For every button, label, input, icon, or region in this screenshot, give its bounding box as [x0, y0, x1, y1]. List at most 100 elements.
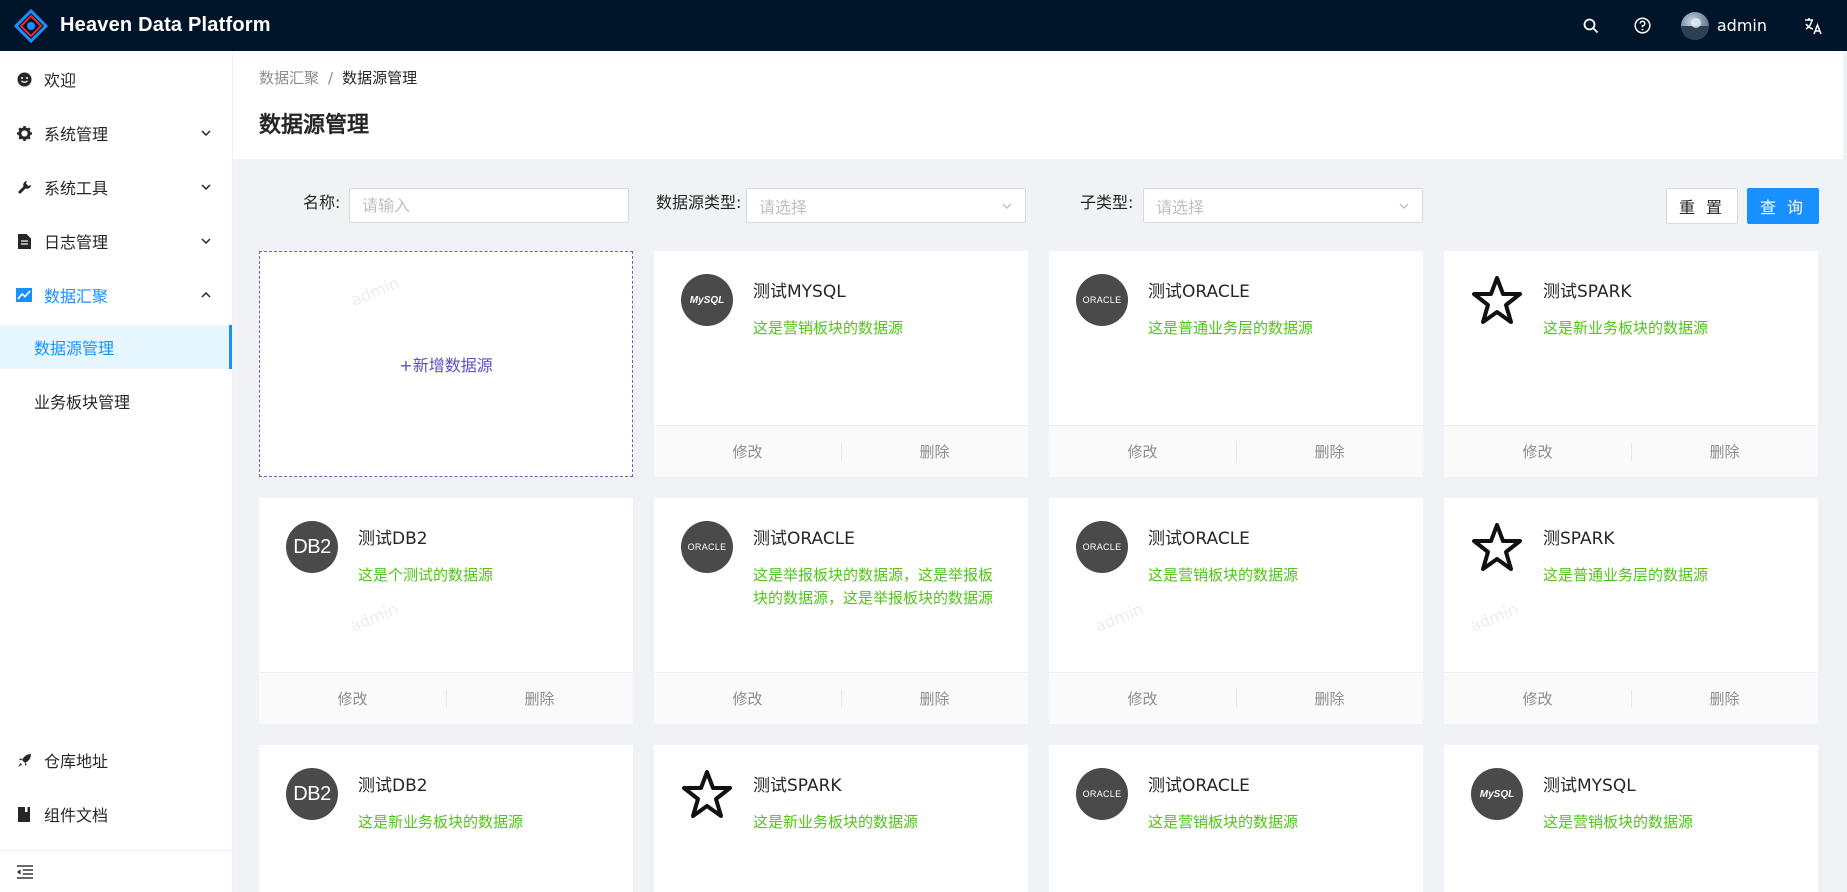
card-description: 这是新业务板块的数据源: [358, 813, 524, 831]
card-title: 测试ORACLE: [1148, 776, 1250, 796]
oracle-logo: ORACLE: [681, 521, 733, 573]
sidebar-item-welcome[interactable]: 欢迎: [0, 57, 232, 101]
card-actions: 修改 删除: [259, 672, 633, 724]
watermark: admin: [1092, 599, 1146, 636]
sidebar-item-label: 日志管理: [44, 233, 109, 252]
delete-button[interactable]: 删除: [446, 688, 633, 709]
card-title: 测试SPARK: [753, 776, 842, 796]
card-title: 测试ORACLE: [753, 529, 855, 549]
sidebar-item-logs[interactable]: 日志管理: [0, 219, 232, 263]
breadcrumb-parent[interactable]: 数据汇聚: [259, 69, 319, 87]
card-title: 测试ORACLE: [1148, 529, 1250, 549]
sidebar-item-system[interactable]: 系统管理: [0, 111, 232, 155]
rocket-icon: [16, 752, 32, 768]
spark-star-icon: [1471, 521, 1523, 573]
smile-icon: [16, 71, 32, 87]
datasource-card: 测SPARK 这是普通业务层的数据源 admin 修改 删除: [1444, 498, 1818, 724]
logo[interactable]: Heaven Data Platform: [0, 8, 271, 43]
chevron-down-icon: [201, 130, 211, 137]
chevron-down-icon: [1399, 203, 1409, 209]
mysql-logo: MySQL: [681, 274, 733, 326]
db2-logo: DB2: [286, 768, 338, 820]
edit-button[interactable]: 修改: [654, 688, 841, 709]
sidebar-item-data-aggregation[interactable]: 数据汇聚: [0, 273, 232, 317]
card-actions: 修改 删除: [1444, 672, 1818, 724]
oracle-logo: ORACLE: [1076, 274, 1128, 326]
card-description: 这是营销板块的数据源: [1148, 813, 1299, 831]
card-title: 测SPARK: [1543, 529, 1615, 549]
page-edge: [1843, 51, 1847, 892]
sidebar-subitem-datasource[interactable]: 数据源管理: [0, 325, 232, 369]
sidebar-item-label: 欢迎: [44, 71, 77, 90]
watermark: admin: [347, 599, 401, 636]
card-title: 测试MYSQL: [1543, 776, 1636, 796]
breadcrumb-current: 数据源管理: [342, 69, 418, 87]
watermark: admin: [348, 273, 402, 310]
help-icon[interactable]: [1617, 0, 1669, 51]
reset-button[interactable]: 重 置: [1666, 188, 1738, 224]
add-datasource-label: +新增数据源: [399, 356, 493, 375]
sidebar-item-tools[interactable]: 系统工具: [0, 165, 232, 209]
spark-star-icon: [681, 768, 733, 820]
card-title: 测试DB2: [358, 776, 428, 796]
edit-button[interactable]: 修改: [1049, 441, 1236, 462]
edit-button[interactable]: 修改: [1049, 688, 1236, 709]
delete-button[interactable]: 删除: [841, 441, 1028, 462]
card-description: 这是新业务板块的数据源: [753, 813, 919, 831]
top-header: Heaven Data Platform admin: [0, 0, 1847, 51]
datasource-card: MySQL 测试MYSQL 这是营销板块的数据源: [1444, 745, 1818, 892]
wrench-icon: [16, 179, 32, 195]
menu-fold-icon: [17, 864, 33, 879]
delete-button[interactable]: 删除: [841, 688, 1028, 709]
type-label: 数据源类型:: [656, 193, 742, 212]
add-datasource-card[interactable]: +新增数据源 admin: [259, 251, 633, 477]
chevron-up-icon: [201, 291, 211, 298]
translate-icon[interactable]: [1785, 0, 1841, 51]
sidebar-collapse-button[interactable]: [0, 850, 232, 892]
card-actions: 修改 删除: [1444, 425, 1818, 477]
spark-star-icon: [1471, 274, 1523, 326]
datasource-card: ORACLE 测试ORACLE 这是举报板块的数据源，这是举报板块的数据源，这是…: [654, 498, 1028, 724]
app-title: Heaven Data Platform: [60, 14, 271, 36]
user-menu[interactable]: admin: [1669, 0, 1785, 51]
datasource-card: 测试SPARK 这是新业务板块的数据源 修改 删除: [1444, 251, 1818, 477]
subtype-select-placeholder: 请选择: [1156, 197, 1205, 217]
card-title: 测试MYSQL: [753, 282, 846, 302]
search-icon[interactable]: [1565, 0, 1617, 51]
book-icon: [16, 806, 32, 822]
card-description: 这是普通业务层的数据源: [1148, 319, 1314, 337]
sidebar-item-docs[interactable]: 组件文档: [0, 792, 232, 836]
card-actions: 修改 删除: [654, 425, 1028, 477]
watermark: admin: [1467, 599, 1521, 636]
db2-logo: DB2: [286, 521, 338, 573]
sidebar-subitem-business[interactable]: 业务板块管理: [0, 379, 232, 423]
file-icon: [16, 233, 32, 249]
datasource-card: 测试SPARK 这是新业务板块的数据源: [654, 745, 1028, 892]
datasource-card: ORACLE 测试ORACLE 这是营销板块的数据源: [1049, 745, 1423, 892]
subtype-select[interactable]: 请选择: [1143, 188, 1423, 223]
type-select[interactable]: 请选择: [746, 188, 1026, 223]
chevron-down-icon: [201, 184, 211, 191]
breadcrumb: 数据汇聚 / 数据源管理: [259, 67, 417, 88]
edit-button[interactable]: 修改: [1444, 688, 1631, 709]
name-input[interactable]: [349, 188, 629, 223]
sidebar-item-repo[interactable]: 仓库地址: [0, 738, 232, 782]
delete-button[interactable]: 删除: [1631, 688, 1818, 709]
delete-button[interactable]: 删除: [1236, 688, 1423, 709]
mysql-logo: MySQL: [1471, 768, 1523, 820]
sidebar-item-label: 系统工具: [44, 179, 109, 198]
query-button[interactable]: 查 询: [1747, 188, 1819, 224]
card-description: 这是营销板块的数据源: [1543, 813, 1694, 831]
edit-button[interactable]: 修改: [259, 688, 446, 709]
edit-button[interactable]: 修改: [654, 441, 841, 462]
sidebar-item-label: 系统管理: [44, 125, 109, 144]
delete-button[interactable]: 删除: [1631, 441, 1818, 462]
edit-button[interactable]: 修改: [1444, 441, 1631, 462]
delete-button[interactable]: 删除: [1236, 441, 1423, 462]
subtype-label: 子类型:: [1080, 193, 1134, 212]
sidebar-subitem-label: 业务板块管理: [34, 393, 131, 412]
sidebar-item-label: 组件文档: [44, 806, 109, 825]
card-description: 这是营销板块的数据源: [753, 319, 904, 337]
card-description: 这是普通业务层的数据源: [1543, 566, 1709, 584]
sidebar-item-label: 数据汇聚: [44, 287, 109, 306]
